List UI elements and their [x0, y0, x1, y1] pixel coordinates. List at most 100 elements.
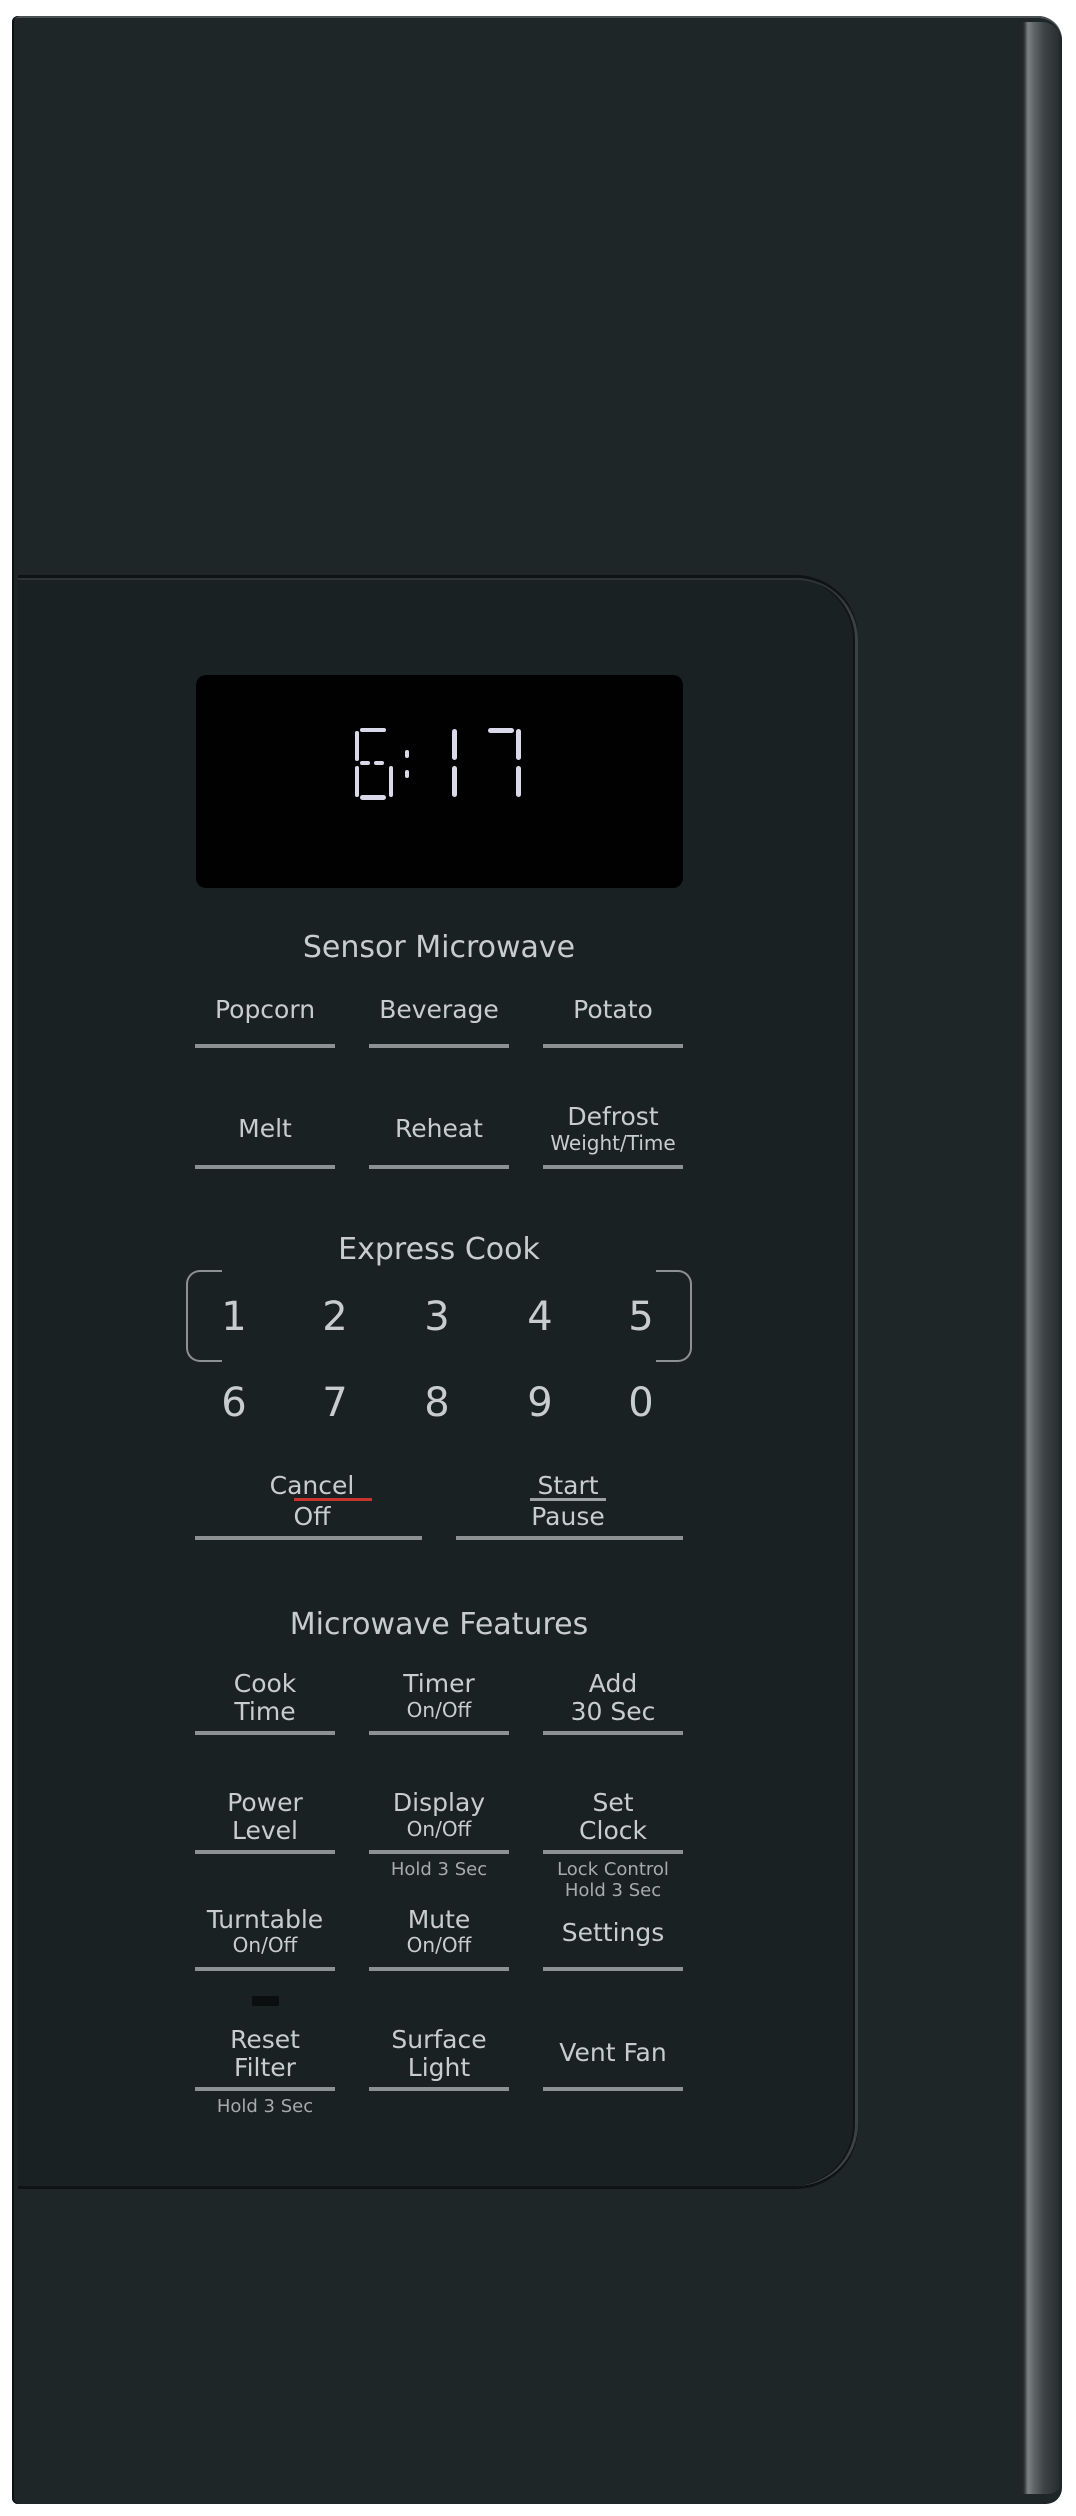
timer-label: Timer	[403, 1669, 475, 1698]
digit-8-button[interactable]: 8	[424, 1383, 449, 1423]
clock-label: Clock	[579, 1816, 647, 1845]
off-label: Off	[293, 1502, 331, 1531]
key-underline	[369, 1731, 509, 1735]
lock-control-note: Lock Control	[557, 1859, 669, 1880]
defrost-sublabel: Weight/Time	[550, 1131, 676, 1155]
express-bracket-left	[186, 1270, 222, 1362]
key-underline	[369, 1165, 509, 1169]
potato-button[interactable]: Potato	[543, 985, 683, 1050]
potato-label: Potato	[573, 995, 653, 1024]
surface-label: Surface	[391, 2025, 487, 2054]
add-30-sec-button[interactable]: Add 30 Sec	[543, 1668, 683, 1737]
clock-display: 6:17	[196, 675, 683, 888]
display-button[interactable]: Display On/Off	[369, 1787, 509, 1856]
reheat-button[interactable]: Reheat	[369, 1100, 509, 1171]
melt-button[interactable]: Melt	[195, 1100, 335, 1171]
pause-label: Pause	[531, 1502, 605, 1531]
set-clock-button[interactable]: Set Clock	[543, 1787, 683, 1856]
key-underline	[195, 2087, 335, 2091]
power-label: Power	[227, 1788, 303, 1817]
display-segment	[405, 750, 409, 758]
reset-label: Reset	[230, 2025, 300, 2054]
beverage-button[interactable]: Beverage	[369, 985, 509, 1050]
side-bevel	[1022, 22, 1062, 2494]
add-label: Add	[588, 1669, 638, 1698]
turntable-label: Turntable	[206, 1905, 324, 1934]
settings-label: Settings	[561, 1918, 665, 1947]
key-underline	[195, 1731, 335, 1735]
display-segment	[452, 766, 457, 797]
digit-3-button[interactable]: 3	[424, 1297, 449, 1337]
light-label: Light	[407, 2053, 471, 2082]
express-cook-heading: Express Cook	[338, 1232, 540, 1267]
turntable-sublabel: On/Off	[232, 1933, 298, 1957]
cancel-label: Cancel	[269, 1471, 355, 1500]
digit-7-button[interactable]: 7	[322, 1383, 347, 1423]
settings-button[interactable]: Settings	[543, 1904, 683, 1973]
timer-button[interactable]: Timer On/Off	[369, 1668, 509, 1737]
reheat-label: Reheat	[395, 1114, 483, 1143]
cook-time-label-1: Cook	[233, 1669, 297, 1698]
surface-light-button[interactable]: Surface Light	[369, 2024, 509, 2093]
beverage-label: Beverage	[379, 995, 499, 1024]
digit-2-button[interactable]: 2	[322, 1297, 347, 1337]
start-divider	[530, 1498, 606, 1501]
digit-9-button[interactable]: 9	[527, 1383, 552, 1423]
reset-filter-hold-note: Hold 3 Sec	[216, 2096, 314, 2117]
cook-time-button[interactable]: Cook Time	[195, 1668, 335, 1737]
reset-filter-button[interactable]: Reset Filter	[195, 2024, 335, 2093]
cancel-off-button[interactable]: Cancel Off	[195, 1470, 422, 1542]
display-segment	[516, 766, 521, 797]
cancel-accent-underline	[294, 1498, 372, 1501]
display-segment	[360, 761, 370, 765]
key-underline	[195, 1536, 422, 1540]
start-label: Start	[537, 1471, 599, 1500]
defrost-label: Defrost	[567, 1102, 659, 1131]
display-segment	[389, 766, 393, 797]
popcorn-button[interactable]: Popcorn	[195, 985, 335, 1050]
key-underline	[369, 1967, 509, 1971]
digit-4-button[interactable]: 4	[527, 1297, 552, 1337]
timer-sublabel: On/Off	[406, 1698, 472, 1722]
display-label: Display	[392, 1788, 486, 1817]
power-level-button[interactable]: Power Level	[195, 1787, 335, 1856]
set-label: Set	[592, 1788, 634, 1817]
digit-1-button[interactable]: 1	[221, 1297, 246, 1337]
lock-hold-note: Hold 3 Sec	[564, 1880, 662, 1901]
turntable-button[interactable]: Turntable On/Off	[195, 1904, 335, 1973]
display-segment	[360, 728, 386, 732]
display-segment	[405, 770, 409, 778]
sensor-microwave-heading: Sensor Microwave	[302, 930, 576, 965]
key-underline	[369, 1850, 509, 1854]
vent-fan-label: Vent Fan	[559, 2038, 667, 2067]
key-underline	[543, 1731, 683, 1735]
vent-fan-button[interactable]: Vent Fan	[543, 2024, 683, 2093]
display-segment	[516, 729, 521, 760]
display-segment	[360, 795, 386, 800]
key-underline	[456, 1536, 683, 1540]
popcorn-label: Popcorn	[214, 995, 316, 1024]
key-underline	[369, 2087, 509, 2091]
defrost-button[interactable]: Defrost Weight/Time	[543, 1100, 683, 1171]
key-underline	[543, 1850, 683, 1854]
microwave-features-heading: Microwave Features	[289, 1607, 589, 1642]
key-underline	[195, 1044, 335, 1048]
mute-button[interactable]: Mute On/Off	[369, 1904, 509, 1973]
digit-6-button[interactable]: 6	[221, 1383, 246, 1423]
mute-label: Mute	[407, 1905, 471, 1934]
add-30-sec-label: 30 Sec	[570, 1697, 656, 1726]
display-segment	[488, 728, 514, 733]
key-underline	[195, 1165, 335, 1169]
key-underline	[195, 1967, 335, 1971]
level-label: Level	[232, 1816, 298, 1845]
start-pause-button[interactable]: Start Pause	[456, 1470, 683, 1542]
melt-label: Melt	[238, 1114, 292, 1143]
digit-5-button[interactable]: 5	[628, 1297, 653, 1337]
digit-0-button[interactable]: 0	[628, 1383, 653, 1423]
key-underline	[369, 1044, 509, 1048]
key-underline	[195, 1850, 335, 1854]
key-underline	[543, 1967, 683, 1971]
key-underline	[543, 2087, 683, 2091]
cook-time-label-2: Time	[234, 1697, 296, 1726]
display-sublabel: On/Off	[406, 1817, 472, 1841]
